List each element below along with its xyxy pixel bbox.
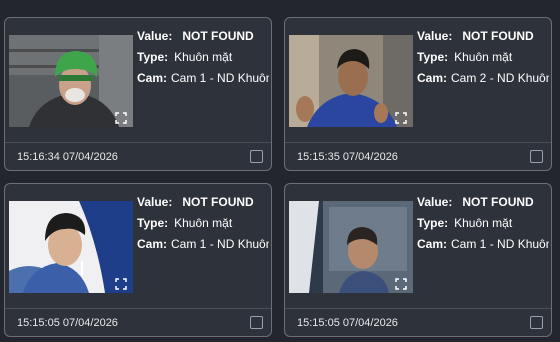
select-checkbox[interactable] xyxy=(250,150,263,163)
value-text: NOT FOUND xyxy=(182,29,254,43)
expand-icon[interactable] xyxy=(115,278,127,290)
cam-text: Cam 1 - ND Khuôn M xyxy=(171,237,269,251)
type-label: Type: xyxy=(137,50,169,64)
card-footer: 15:16:34 07/04/2026 xyxy=(5,142,271,170)
expand-icon[interactable] xyxy=(115,112,127,124)
detection-info: Value: NOT FOUND Type: Khuôn mặt Cam: Cam 2… xyxy=(417,26,549,89)
timestamp: 15:15:05 07/04/2026 xyxy=(297,316,398,329)
cam-label: Cam: xyxy=(417,237,448,251)
select-checkbox[interactable] xyxy=(530,316,543,329)
value-label: Value: xyxy=(417,195,453,209)
detection-card[interactable]: Value: NOT FOUND Type: Khuôn mặt Cam: Cam 1… xyxy=(4,183,272,337)
cam-label: Cam: xyxy=(137,71,168,85)
type-text: Khuôn mặt xyxy=(174,216,233,230)
card-footer: 15:15:05 07/04/2026 xyxy=(5,308,271,336)
face-snapshot[interactable] xyxy=(289,35,413,127)
select-checkbox[interactable] xyxy=(530,150,543,163)
cam-text: Cam 1 - ND Khuôn M xyxy=(171,71,269,85)
value-text: NOT FOUND xyxy=(182,195,254,209)
face-snapshot[interactable] xyxy=(9,201,133,293)
cam-label: Cam: xyxy=(417,71,448,85)
face-snapshot[interactable] xyxy=(289,201,413,293)
value-label: Value: xyxy=(137,29,173,43)
detection-card[interactable]: Value: NOT FOUND Type: Khuôn mặt Cam: Cam 1… xyxy=(284,183,552,337)
type-label: Type: xyxy=(137,216,169,230)
detection-card[interactable]: Value: NOT FOUND Type: Khuôn mặt Cam: Cam 2… xyxy=(284,17,552,171)
cam-label: Cam: xyxy=(137,237,168,251)
type-text: Khuôn mặt xyxy=(174,50,233,64)
value-text: NOT FOUND xyxy=(462,29,534,43)
timestamp: 15:15:35 07/04/2026 xyxy=(297,150,398,163)
detection-info: Value: NOT FOUND Type: Khuôn mặt Cam: Cam 1… xyxy=(137,26,269,89)
detection-info: Value: NOT FOUND Type: Khuôn mặt Cam: Cam 1… xyxy=(417,192,549,255)
cam-text: Cam 2 - ND Khuôn M xyxy=(451,71,549,85)
type-label: Type: xyxy=(417,50,449,64)
cam-text: Cam 1 - ND Khuôn M xyxy=(451,237,549,251)
face-snapshot[interactable] xyxy=(9,35,133,127)
value-label: Value: xyxy=(137,195,173,209)
type-label: Type: xyxy=(417,216,449,230)
timestamp: 15:16:34 07/04/2026 xyxy=(17,150,118,163)
card-footer: 15:15:35 07/04/2026 xyxy=(285,142,551,170)
select-checkbox[interactable] xyxy=(250,316,263,329)
type-text: Khuôn mặt xyxy=(454,50,513,64)
detection-card[interactable]: Value: NOT FOUND Type: Khuôn mặt Cam: Cam 1… xyxy=(4,17,272,171)
value-label: Value: xyxy=(417,29,453,43)
expand-icon[interactable] xyxy=(395,112,407,124)
card-footer: 15:15:05 07/04/2026 xyxy=(285,308,551,336)
expand-icon[interactable] xyxy=(395,278,407,290)
timestamp: 15:15:05 07/04/2026 xyxy=(17,316,118,329)
value-text: NOT FOUND xyxy=(462,195,534,209)
type-text: Khuôn mặt xyxy=(454,216,513,230)
detection-info: Value: NOT FOUND Type: Khuôn mặt Cam: Cam 1… xyxy=(137,192,269,255)
